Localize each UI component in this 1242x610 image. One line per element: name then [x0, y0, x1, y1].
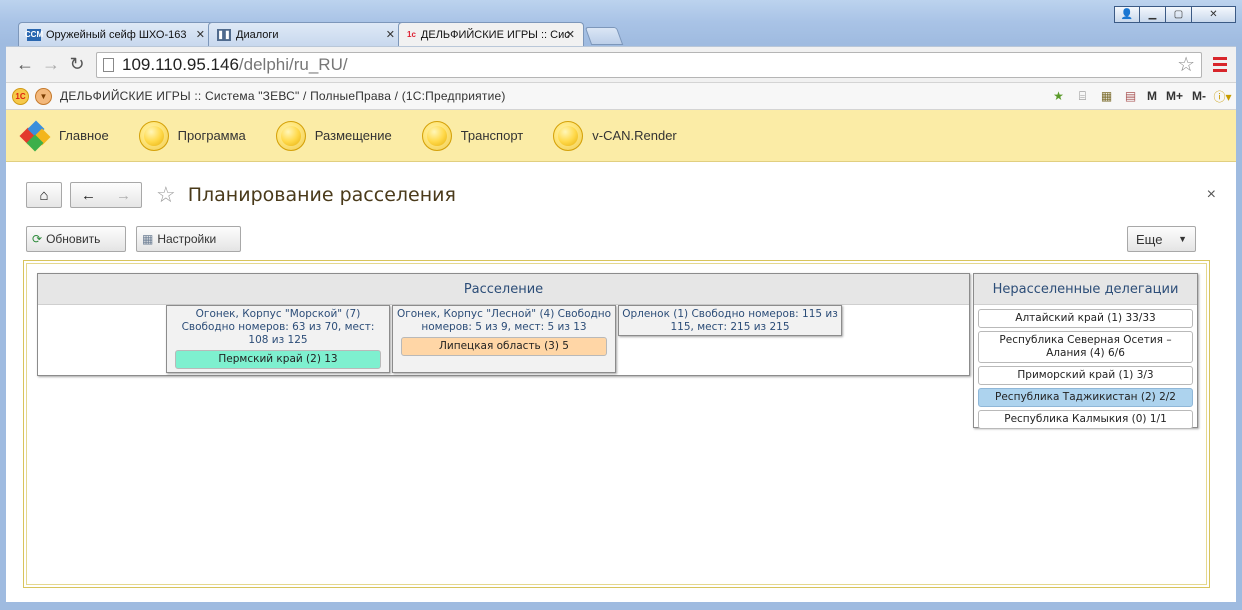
coin-icon — [138, 120, 169, 151]
building-name: Орленок (1) Свободно номеров: 115 из 115… — [622, 308, 838, 333]
minimize-button[interactable]: ▁ — [1140, 6, 1166, 23]
delegation-chip[interactable]: Липецкая область (3) 5 — [401, 337, 607, 356]
settlement-panel: Расселение Огонек, Корпус "Морской" (7) … — [37, 273, 970, 376]
refresh-label: Обновить — [46, 232, 101, 246]
refresh-button[interactable]: ⟳ Обновить — [26, 226, 126, 252]
building-card-lesnoy[interactable]: Огонек, Корпус "Лесной" (4) Свободно ном… — [392, 305, 616, 373]
list-item[interactable]: Республика Северная Осетия – Алания (4) … — [978, 331, 1193, 363]
tab-delphi[interactable]: 1c ДЕЛЬФИЙСКИЕ ИГРЫ :: Сис ✕ — [398, 22, 584, 46]
refresh-icon: ⟳ — [32, 232, 43, 246]
more-button[interactable]: Еще ▼ — [1127, 226, 1196, 252]
building-name: Огонек, Корпус "Морской" (7) Свободно но… — [181, 308, 375, 346]
form-close-icon[interactable]: × — [1207, 186, 1216, 204]
section-vcan-render[interactable]: v-CAN.Render — [553, 120, 677, 151]
calendar-icon[interactable]: ▤ — [1123, 89, 1138, 104]
unsettled-panel: Нерасселенные делегации Алтайский край (… — [973, 273, 1198, 429]
section-transport[interactable]: Транспорт — [421, 120, 524, 151]
1c-logo-icon: 1С — [12, 87, 29, 105]
main-menu-icon[interactable]: ▼ — [35, 87, 52, 105]
settings-icon: ▦ — [142, 232, 154, 246]
section-label: Программа — [177, 128, 246, 143]
reload-icon[interactable]: ↻ — [64, 52, 90, 78]
maximize-button[interactable]: ▢ — [1166, 6, 1192, 23]
browser-toolbar: ← → ↻ 109.110.95.146/delphi/ru_RU/ ☆ — [6, 46, 1236, 82]
form-content: ⌂ ← → ☆ Планирование расселения × ⟳ Обно… — [6, 162, 1236, 602]
unsettled-list: Алтайский край (1) 33/33 Республика Севе… — [974, 305, 1197, 433]
calculator-icon[interactable]: ▦ — [1099, 89, 1114, 104]
tab-close-icon[interactable]: ✕ — [566, 28, 575, 41]
building-name: Огонек, Корпус "Лесной" (4) Свободно ном… — [396, 308, 612, 333]
building-card-orlenok[interactable]: Орленок (1) Свободно номеров: 115 из 115… — [618, 305, 842, 336]
more-label: Еще — [1136, 231, 1163, 247]
tab-dialogs[interactable]: ❚❚ Диалоги ✕ — [208, 22, 404, 46]
building-card-morskoy[interactable]: Огонек, Корпус "Морской" (7) Свободно но… — [166, 305, 390, 373]
browser-window: 👤 ▁ ▢ ✕ CCM Оружейный сейф ШХО-163 ✕ ❚❚ … — [0, 0, 1242, 610]
section-placement[interactable]: Размещение — [275, 120, 392, 151]
back-icon[interactable]: ← — [12, 52, 38, 78]
close-window-button[interactable]: ✕ — [1192, 6, 1236, 23]
home-icon: ⌂ — [39, 186, 49, 204]
bookmark-star-icon[interactable]: ☆ — [1177, 52, 1195, 77]
list-item[interactable]: Республика Калмыкия (0) 1/1 — [978, 410, 1193, 429]
list-item[interactable]: Алтайский край (1) 33/33 — [978, 309, 1193, 328]
sections-panel: Главное Программа Размещение Транспорт v… — [6, 110, 1236, 162]
tab-safe[interactable]: CCM Оружейный сейф ШХО-163 ✕ — [18, 22, 214, 46]
page-title: Планирование расселения — [187, 184, 456, 206]
memory-mplus-button[interactable]: M+ — [1166, 89, 1183, 103]
section-label: Транспорт — [460, 128, 524, 143]
tab-close-icon[interactable]: ✕ — [386, 28, 395, 41]
favorites-star-icon[interactable]: ★ — [1051, 89, 1066, 104]
favorite-star-icon[interactable]: ☆ — [156, 182, 176, 208]
coin-icon — [553, 120, 584, 151]
section-program[interactable]: Программа — [138, 120, 246, 151]
settings-button[interactable]: ▦ Настройки — [136, 226, 241, 252]
tab-title: ДЕЛЬФИЙСКИЕ ИГРЫ :: Сис — [420, 28, 570, 41]
settlement-header: Расселение — [38, 274, 969, 305]
main-logo-icon — [19, 120, 51, 151]
list-item[interactable]: Приморский край (1) 3/3 — [978, 366, 1193, 385]
section-label: v-CAN.Render — [592, 128, 677, 143]
command-bar: ⟳ Обновить ▦ Настройки Еще ▼ — [26, 226, 1196, 252]
section-main[interactable]: Главное — [19, 120, 109, 151]
home-button[interactable]: ⌂ — [26, 182, 62, 208]
tab-close-icon[interactable]: ✕ — [196, 28, 205, 41]
ccm-favicon-icon: CCM — [24, 28, 44, 41]
list-item-selected[interactable]: Республика Таджикистан (2) 2/2 — [978, 388, 1193, 407]
app-title: ДЕЛЬФИЙСКИЕ ИГРЫ :: Система "ЗЕВС" / Пол… — [60, 89, 506, 103]
settings-label: Настройки — [157, 232, 217, 246]
delegation-chip[interactable]: Пермский край (2) 13 — [175, 350, 381, 369]
section-label: Главное — [59, 128, 109, 143]
pause-favicon-icon: ❚❚ — [217, 28, 231, 41]
history-icon[interactable]: ⌸ — [1075, 89, 1090, 104]
form-header: ⌂ ← → ☆ Планирование расселения × — [26, 180, 1216, 210]
forward-icon[interactable]: → — [38, 52, 64, 78]
workarea-inner: Расселение Огонек, Корпус "Морской" (7) … — [26, 263, 1207, 585]
workarea: Расселение Огонек, Корпус "Морской" (7) … — [23, 260, 1210, 588]
tab-strip: CCM Оружейный сейф ШХО-163 ✕ ❚❚ Диалоги … — [18, 22, 624, 46]
form-back-icon[interactable]: ← — [71, 187, 106, 204]
unsettled-header: Нерасселенные делегации — [974, 274, 1197, 305]
memory-mminus-button[interactable]: M- — [1192, 89, 1206, 103]
info-icon[interactable]: ⓘ▾ — [1213, 89, 1231, 104]
address-bar[interactable]: 109.110.95.146/delphi/ru_RU/ ☆ — [96, 51, 1202, 78]
1c-favicon-icon: 1c — [407, 30, 416, 39]
url-host: 109.110.95.146 — [122, 54, 239, 74]
memory-m-button[interactable]: M — [1147, 89, 1157, 103]
new-tab-button[interactable] — [584, 27, 624, 45]
tab-title: Диалоги — [236, 28, 279, 41]
coin-icon — [275, 120, 306, 151]
window-controls: 👤 ▁ ▢ ✕ — [1114, 6, 1236, 23]
coin-icon — [421, 120, 452, 151]
url-path: /delphi/ru_RU/ — [238, 54, 348, 74]
tab-title: Оружейный сейф ШХО-163 — [46, 28, 187, 41]
chevron-down-icon: ▼ — [1178, 234, 1187, 244]
app-titlebar: 1С ▼ ДЕЛЬФИЙСКИЕ ИГРЫ :: Система "ЗЕВС" … — [6, 82, 1236, 110]
browser-menu-icon[interactable] — [1210, 57, 1230, 72]
user-icon[interactable]: 👤 — [1114, 6, 1140, 23]
page-icon — [103, 57, 114, 72]
nav-arrows: ← → — [70, 182, 142, 208]
app-tools: ★ ⌸ ▦ ▤ M M+ M- ⓘ▾ — [1051, 89, 1231, 104]
section-label: Размещение — [314, 128, 392, 143]
form-forward-icon[interactable]: → — [106, 187, 141, 204]
